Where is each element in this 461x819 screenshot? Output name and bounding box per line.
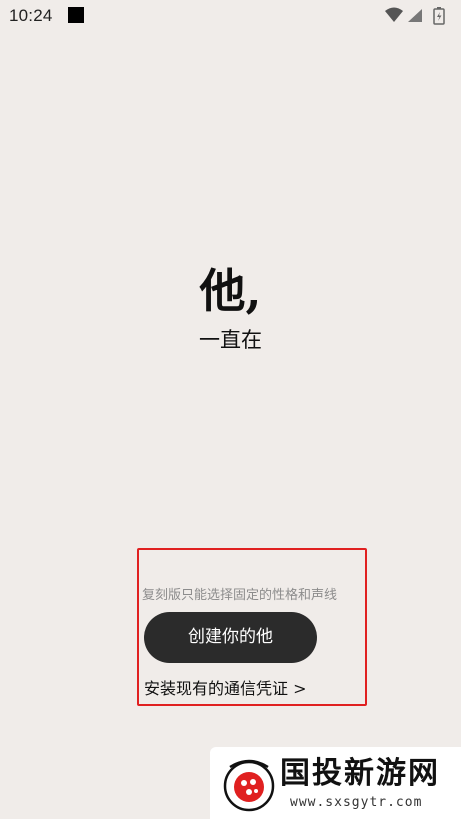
status-time: 10:24 [9,6,53,25]
notification-square-icon [68,7,84,23]
status-bar: 10:24 [0,0,461,32]
hero-title: 他, [199,264,262,318]
replica-note: 复刻版只能选择固定的性格和声线 [141,588,337,603]
hero-subtitle: 一直在 [199,328,262,352]
wifi-icon [385,7,403,22]
watermark-logo-icon [223,759,275,812]
status-icons [385,7,445,25]
watermark: 国投新游网 www.sxsgytr.com [210,747,461,819]
signal-icon [408,9,422,22]
create-companion-button[interactable]: 创建你的他 [144,612,317,663]
battery-icon [433,7,445,25]
install-credential-link[interactable]: 安装现有的通信凭证 > [144,675,307,699]
watermark-url: www.sxsgytr.com [290,795,423,810]
watermark-name: 国投新游网 [280,756,440,791]
